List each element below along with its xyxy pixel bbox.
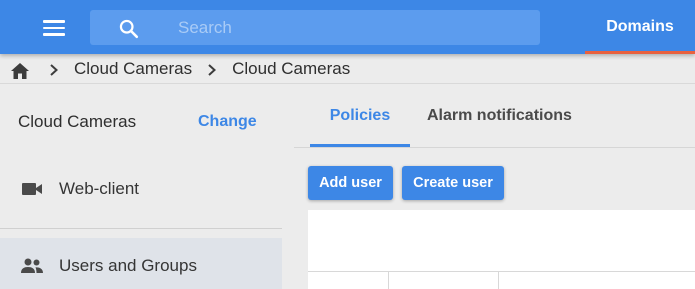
tab-label: Policies	[329, 107, 391, 124]
create-user-button[interactable]: Create user	[402, 166, 504, 200]
domains-tab[interactable]: Domains	[585, 0, 695, 54]
policies-table	[308, 210, 695, 289]
sidebar-divider	[0, 228, 282, 229]
search-input[interactable]	[178, 10, 518, 45]
videocam-icon	[22, 183, 42, 195]
breadcrumb: Cloud Cameras Cloud Cameras	[0, 54, 695, 84]
tab-alarm-notifications[interactable]: Alarm notifications	[427, 85, 572, 147]
sidebar-item-web-client[interactable]: Web-client	[0, 163, 282, 215]
sidebar-item-users-and-groups[interactable]: Users and Groups	[0, 238, 282, 289]
tabs-divider	[294, 147, 695, 148]
sidebar-title: Cloud Cameras	[18, 112, 137, 131]
chevron-right-icon	[50, 63, 58, 76]
sidebar: Cloud Cameras Change Web-client Users an…	[0, 85, 282, 289]
sidebar-item-label: Web-client	[59, 179, 139, 198]
chevron-right-icon	[208, 63, 217, 76]
search-icon[interactable]	[118, 18, 140, 40]
top-app-bar: Domains	[0, 0, 695, 54]
breadcrumb-item-current: Cloud Cameras	[232, 58, 351, 78]
change-button[interactable]: Change	[198, 113, 257, 131]
breadcrumb-item-cloud-cameras[interactable]: Cloud Cameras	[74, 59, 192, 79]
table-column-divider	[498, 271, 499, 289]
domains-label: Domains	[606, 18, 674, 35]
people-icon	[21, 258, 43, 273]
search-box[interactable]	[90, 10, 540, 45]
add-user-button[interactable]: Add user	[308, 166, 393, 200]
table-column-divider	[388, 271, 389, 289]
tab-label: Alarm notifications	[427, 107, 572, 124]
tab-policies[interactable]: Policies	[310, 85, 410, 147]
main-panel: Policies Alarm notifications Add user Cr…	[294, 85, 695, 289]
hamburger-menu-icon[interactable]	[40, 17, 68, 39]
table-header-divider	[308, 271, 695, 272]
home-icon[interactable]	[10, 62, 30, 80]
domains-active-indicator	[585, 51, 695, 54]
sidebar-item-label: Users and Groups	[59, 256, 197, 275]
